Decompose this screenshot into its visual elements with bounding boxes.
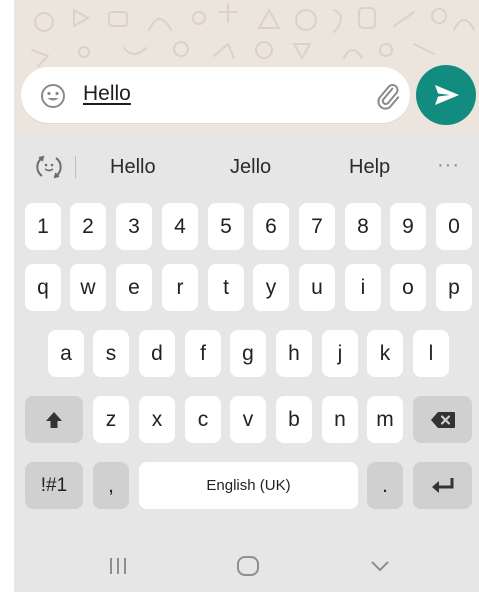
keyboard-toolbar-icon[interactable] xyxy=(34,152,64,182)
key-o[interactable]: o xyxy=(390,264,426,311)
key-v[interactable]: v xyxy=(230,396,266,443)
suggestion-bar: Hello Jello Help ··· xyxy=(14,132,479,202)
shift-icon xyxy=(46,411,62,428)
key-3[interactable]: 3 xyxy=(116,203,152,250)
key-y[interactable]: y xyxy=(253,264,289,311)
suggestion-2[interactable]: Jello xyxy=(230,156,271,179)
symbols-key[interactable]: !#1 xyxy=(25,462,83,509)
keyboard: Hello Jello Help ··· 1 2 3 4 5 6 7 8 9 0… xyxy=(14,132,479,592)
key-c[interactable]: c xyxy=(185,396,221,443)
key-e[interactable]: e xyxy=(116,264,152,311)
key-s[interactable]: s xyxy=(93,330,129,377)
shift-key[interactable] xyxy=(25,396,83,443)
enter-icon xyxy=(431,477,453,493)
key-a[interactable]: a xyxy=(48,330,84,377)
key-b[interactable]: b xyxy=(276,396,312,443)
key-d[interactable]: d xyxy=(139,330,175,377)
message-input-text[interactable]: Hello xyxy=(83,82,131,106)
key-x[interactable]: x xyxy=(139,396,175,443)
key-p[interactable]: p xyxy=(436,264,472,311)
key-m[interactable]: m xyxy=(367,396,403,443)
send-icon xyxy=(435,85,459,105)
key-q[interactable]: q xyxy=(25,264,61,311)
key-z[interactable]: z xyxy=(93,396,129,443)
key-k[interactable]: k xyxy=(367,330,403,377)
key-u[interactable]: u xyxy=(299,264,335,311)
recents-icon[interactable] xyxy=(103,554,133,578)
key-g[interactable]: g xyxy=(230,330,266,377)
key-7[interactable]: 7 xyxy=(299,203,335,250)
key-w[interactable]: w xyxy=(70,264,106,311)
send-button[interactable] xyxy=(416,65,476,125)
key-0[interactable]: 0 xyxy=(436,203,472,250)
key-1[interactable]: 1 xyxy=(25,203,61,250)
suggestion-3[interactable]: Help xyxy=(349,156,390,179)
suggestion-divider xyxy=(75,156,76,178)
key-l[interactable]: l xyxy=(413,330,449,377)
backspace-icon xyxy=(430,411,455,428)
more-suggestions-button[interactable]: ··· xyxy=(437,154,460,177)
home-icon[interactable] xyxy=(233,554,263,578)
key-2[interactable]: 2 xyxy=(70,203,106,250)
key-r[interactable]: r xyxy=(162,264,198,311)
enter-key[interactable] xyxy=(413,462,472,509)
key-f[interactable]: f xyxy=(185,330,221,377)
chevron-down-icon[interactable] xyxy=(365,554,395,578)
period-key[interactable]: . xyxy=(367,462,403,509)
key-i[interactable]: i xyxy=(345,264,381,311)
key-5[interactable]: 5 xyxy=(208,203,244,250)
key-h[interactable]: h xyxy=(276,330,312,377)
key-9[interactable]: 9 xyxy=(390,203,426,250)
key-n[interactable]: n xyxy=(322,396,358,443)
key-j[interactable]: j xyxy=(322,330,358,377)
key-8[interactable]: 8 xyxy=(345,203,381,250)
phone-screen: Hello Hello Jello Help ··· 1 2 3 4 5 6 7… xyxy=(14,0,479,592)
suggestion-1[interactable]: Hello xyxy=(110,156,156,179)
space-bar[interactable]: English (UK) xyxy=(139,462,358,509)
key-t[interactable]: t xyxy=(208,264,244,311)
system-navigation-bar xyxy=(14,540,479,592)
message-composer[interactable]: Hello xyxy=(21,67,410,123)
backspace-key[interactable] xyxy=(413,396,472,443)
emoji-icon[interactable] xyxy=(40,83,66,109)
key-6[interactable]: 6 xyxy=(253,203,289,250)
paperclip-icon[interactable] xyxy=(373,81,403,111)
key-4[interactable]: 4 xyxy=(162,203,198,250)
comma-key[interactable]: , xyxy=(93,462,129,509)
